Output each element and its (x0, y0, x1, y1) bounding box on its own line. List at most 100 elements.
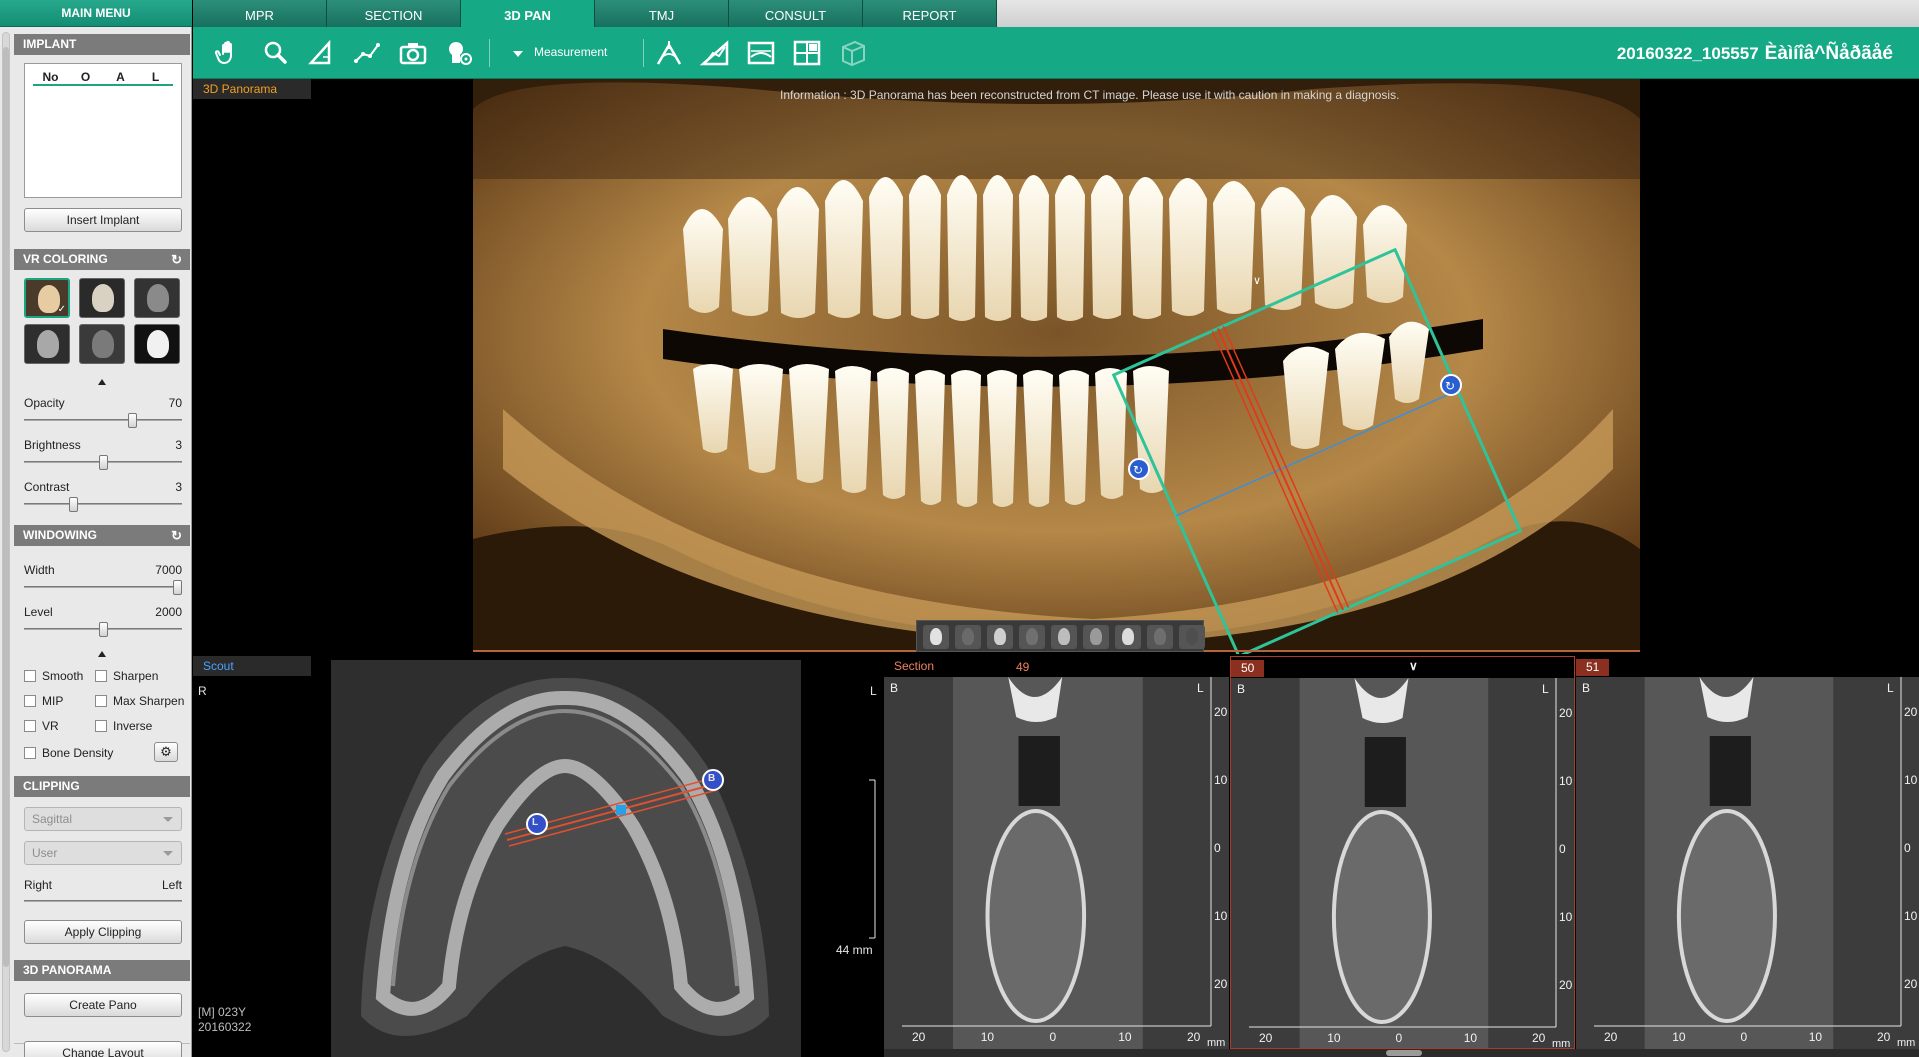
ruler-vertical-tick: 0 (1559, 842, 1566, 856)
measurement-menu-label[interactable]: Measurement (534, 45, 607, 59)
measurement-dropdown-icon[interactable] (513, 51, 523, 57)
max-sharpen-checkbox[interactable] (95, 695, 107, 707)
section-scroll-thumb[interactable] (1386, 1050, 1422, 1056)
collapse-windowing-icon[interactable] (98, 651, 106, 657)
sidebar-scroll-thumb[interactable] (3, 47, 9, 967)
ruler-horizontal-tick: 20 (1187, 1030, 1201, 1044)
width-slider-thumb[interactable] (173, 580, 182, 595)
sidebar-scrollbar[interactable] (2, 32, 10, 1052)
clipping-plane-select[interactable]: Sagittal (24, 807, 182, 831)
implant-col-o: O (80, 70, 91, 84)
skin-preset-icon[interactable] (24, 324, 70, 364)
section-number: 50 (1231, 660, 1265, 677)
rotate-handle-left-icon[interactable]: ↻ (1128, 458, 1150, 480)
main-menu-button[interactable]: MAIN MENU (0, 0, 192, 27)
brightness-slider[interactable] (24, 455, 182, 470)
render-skull-icon[interactable] (1051, 625, 1077, 649)
pano-image-icon[interactable] (745, 37, 777, 69)
brightness-slider-thumb[interactable] (98, 455, 108, 470)
render-bone-icon[interactable] (923, 625, 949, 649)
section-image (1231, 678, 1574, 1048)
ruler-horizontal-tick: 0 (1049, 1030, 1057, 1044)
implant-list[interactable]: No O A L (24, 63, 182, 198)
width-slider[interactable] (24, 580, 182, 595)
level-slider[interactable] (24, 622, 182, 637)
render-bottom-icon[interactable] (1115, 625, 1141, 649)
render-back-icon[interactable] (1147, 625, 1173, 649)
tab-consult[interactable]: CONSULT (729, 0, 863, 27)
vr-checkbox[interactable] (24, 720, 36, 732)
scout-viewport[interactable]: Scout R L L B [M] 023Y 20160322 44 mm (193, 656, 883, 1057)
nerve-canal-icon[interactable] (653, 37, 685, 69)
tab-tmj[interactable]: TMJ (595, 0, 729, 27)
gray-bone-preset-icon[interactable] (134, 278, 180, 318)
insert-implant-button[interactable]: Insert Implant (24, 208, 182, 232)
rotate-handle-right-icon[interactable]: ↻ (1440, 374, 1462, 396)
svg-text:↻: ↻ (1445, 379, 1455, 393)
scout-handle-b-label[interactable]: B (708, 773, 715, 784)
ruler-vertical-tick: 10 (1214, 773, 1228, 787)
inverse-checkbox[interactable] (95, 720, 107, 732)
smooth-label: Smooth (42, 669, 84, 683)
contrast-slider[interactable] (24, 497, 182, 512)
scout-scale-label: 44 mm (836, 943, 873, 957)
opacity-slider-thumb[interactable] (128, 413, 138, 428)
smooth-checkbox[interactable] (24, 670, 36, 682)
camera-icon[interactable] (397, 37, 429, 69)
volume-cube-icon[interactable] (837, 37, 869, 69)
windowing-section-header[interactable]: WINDOWING ↻ (14, 525, 190, 546)
change-layout-button[interactable]: Change Layout (24, 1041, 182, 1057)
scout-view-title: Scout (193, 656, 311, 676)
section-viewport-50[interactable]: 50 ∨ B L 20 10 0 10 20 20 10 0 10 20 mm (1230, 656, 1575, 1049)
angle-ruler-icon[interactable] (305, 37, 337, 69)
scout-handle-l-label[interactable]: L (532, 817, 538, 828)
tab-mpr[interactable]: MPR (193, 0, 327, 27)
polyline-measure-icon[interactable] (351, 37, 383, 69)
apply-clipping-button[interactable]: Apply Clipping (24, 920, 182, 944)
panorama-section-header[interactable]: 3D PANORAMA (14, 960, 190, 981)
implant-section-header[interactable]: IMPLANT (14, 34, 190, 55)
tab-section[interactable]: SECTION (327, 0, 461, 27)
head-settings-icon[interactable] (443, 37, 475, 69)
color-skull-preset-icon[interactable]: ✓ (24, 278, 70, 318)
panorama-3d-viewport[interactable]: ∨ ↻ ↻ 3D Panorama Information : 3D Panor… (193, 79, 1919, 654)
ruler-vertical-tick: 20 (1559, 978, 1573, 992)
skull-mip-preset-icon[interactable] (134, 324, 180, 364)
render-dark-icon[interactable] (955, 625, 981, 649)
bone-preset-icon[interactable] (79, 278, 125, 318)
render-reset-icon[interactable] (1179, 625, 1205, 649)
collapse-presets-icon[interactable] (98, 379, 106, 385)
bone-density-label: Bone Density (42, 746, 114, 760)
clipping-section-header[interactable]: CLIPPING (14, 776, 190, 797)
section-viewport-51[interactable]: 51 B L 20 10 0 10 20 20 10 0 10 20 mm (1576, 656, 1919, 1049)
level-slider-thumb[interactable] (98, 622, 108, 637)
tab-report[interactable]: REPORT (863, 0, 997, 27)
section-scrollbar[interactable] (884, 1049, 1919, 1057)
implant-list-header: No O A L (33, 70, 173, 86)
opacity-slider[interactable] (24, 413, 182, 428)
sharpen-checkbox[interactable] (95, 670, 107, 682)
render-skin-icon[interactable] (987, 625, 1013, 649)
bone-density-checkbox[interactable] (24, 747, 36, 759)
teeth-preset-icon[interactable] (79, 324, 125, 364)
contrast-slider-thumb[interactable] (68, 497, 78, 512)
section-number: 51 (1576, 659, 1610, 676)
clipping-mode-select[interactable]: User (24, 841, 182, 865)
windowing-reset-icon[interactable]: ↻ (171, 525, 182, 546)
create-pano-button[interactable]: Create Pano (24, 993, 182, 1017)
section-viewport-49[interactable]: Section 49 B L 20 10 0 10 20 20 10 0 10 20 mm (884, 656, 1229, 1049)
tab-3d-pan[interactable]: 3D PAN (461, 0, 595, 27)
zoom-magnifier-icon[interactable] (259, 37, 291, 69)
render-side-icon[interactable] (1019, 625, 1045, 649)
ruler-horizontal-tick: 20 (1604, 1030, 1618, 1044)
slope-measure-icon[interactable] (699, 37, 731, 69)
section-lingual-marker: L (1197, 681, 1204, 695)
bone-density-settings-icon[interactable]: ⚙ (154, 742, 178, 762)
render-top-icon[interactable] (1083, 625, 1109, 649)
clipping-range-slider[interactable] (24, 900, 182, 902)
mip-checkbox[interactable] (24, 695, 36, 707)
pan-hand-icon[interactable] (213, 37, 245, 69)
vr-coloring-section-header[interactable]: VR COLORING ↻ (14, 249, 190, 270)
layout-grid-icon[interactable] (791, 37, 823, 69)
vr-coloring-reset-icon[interactable]: ↻ (171, 249, 182, 270)
